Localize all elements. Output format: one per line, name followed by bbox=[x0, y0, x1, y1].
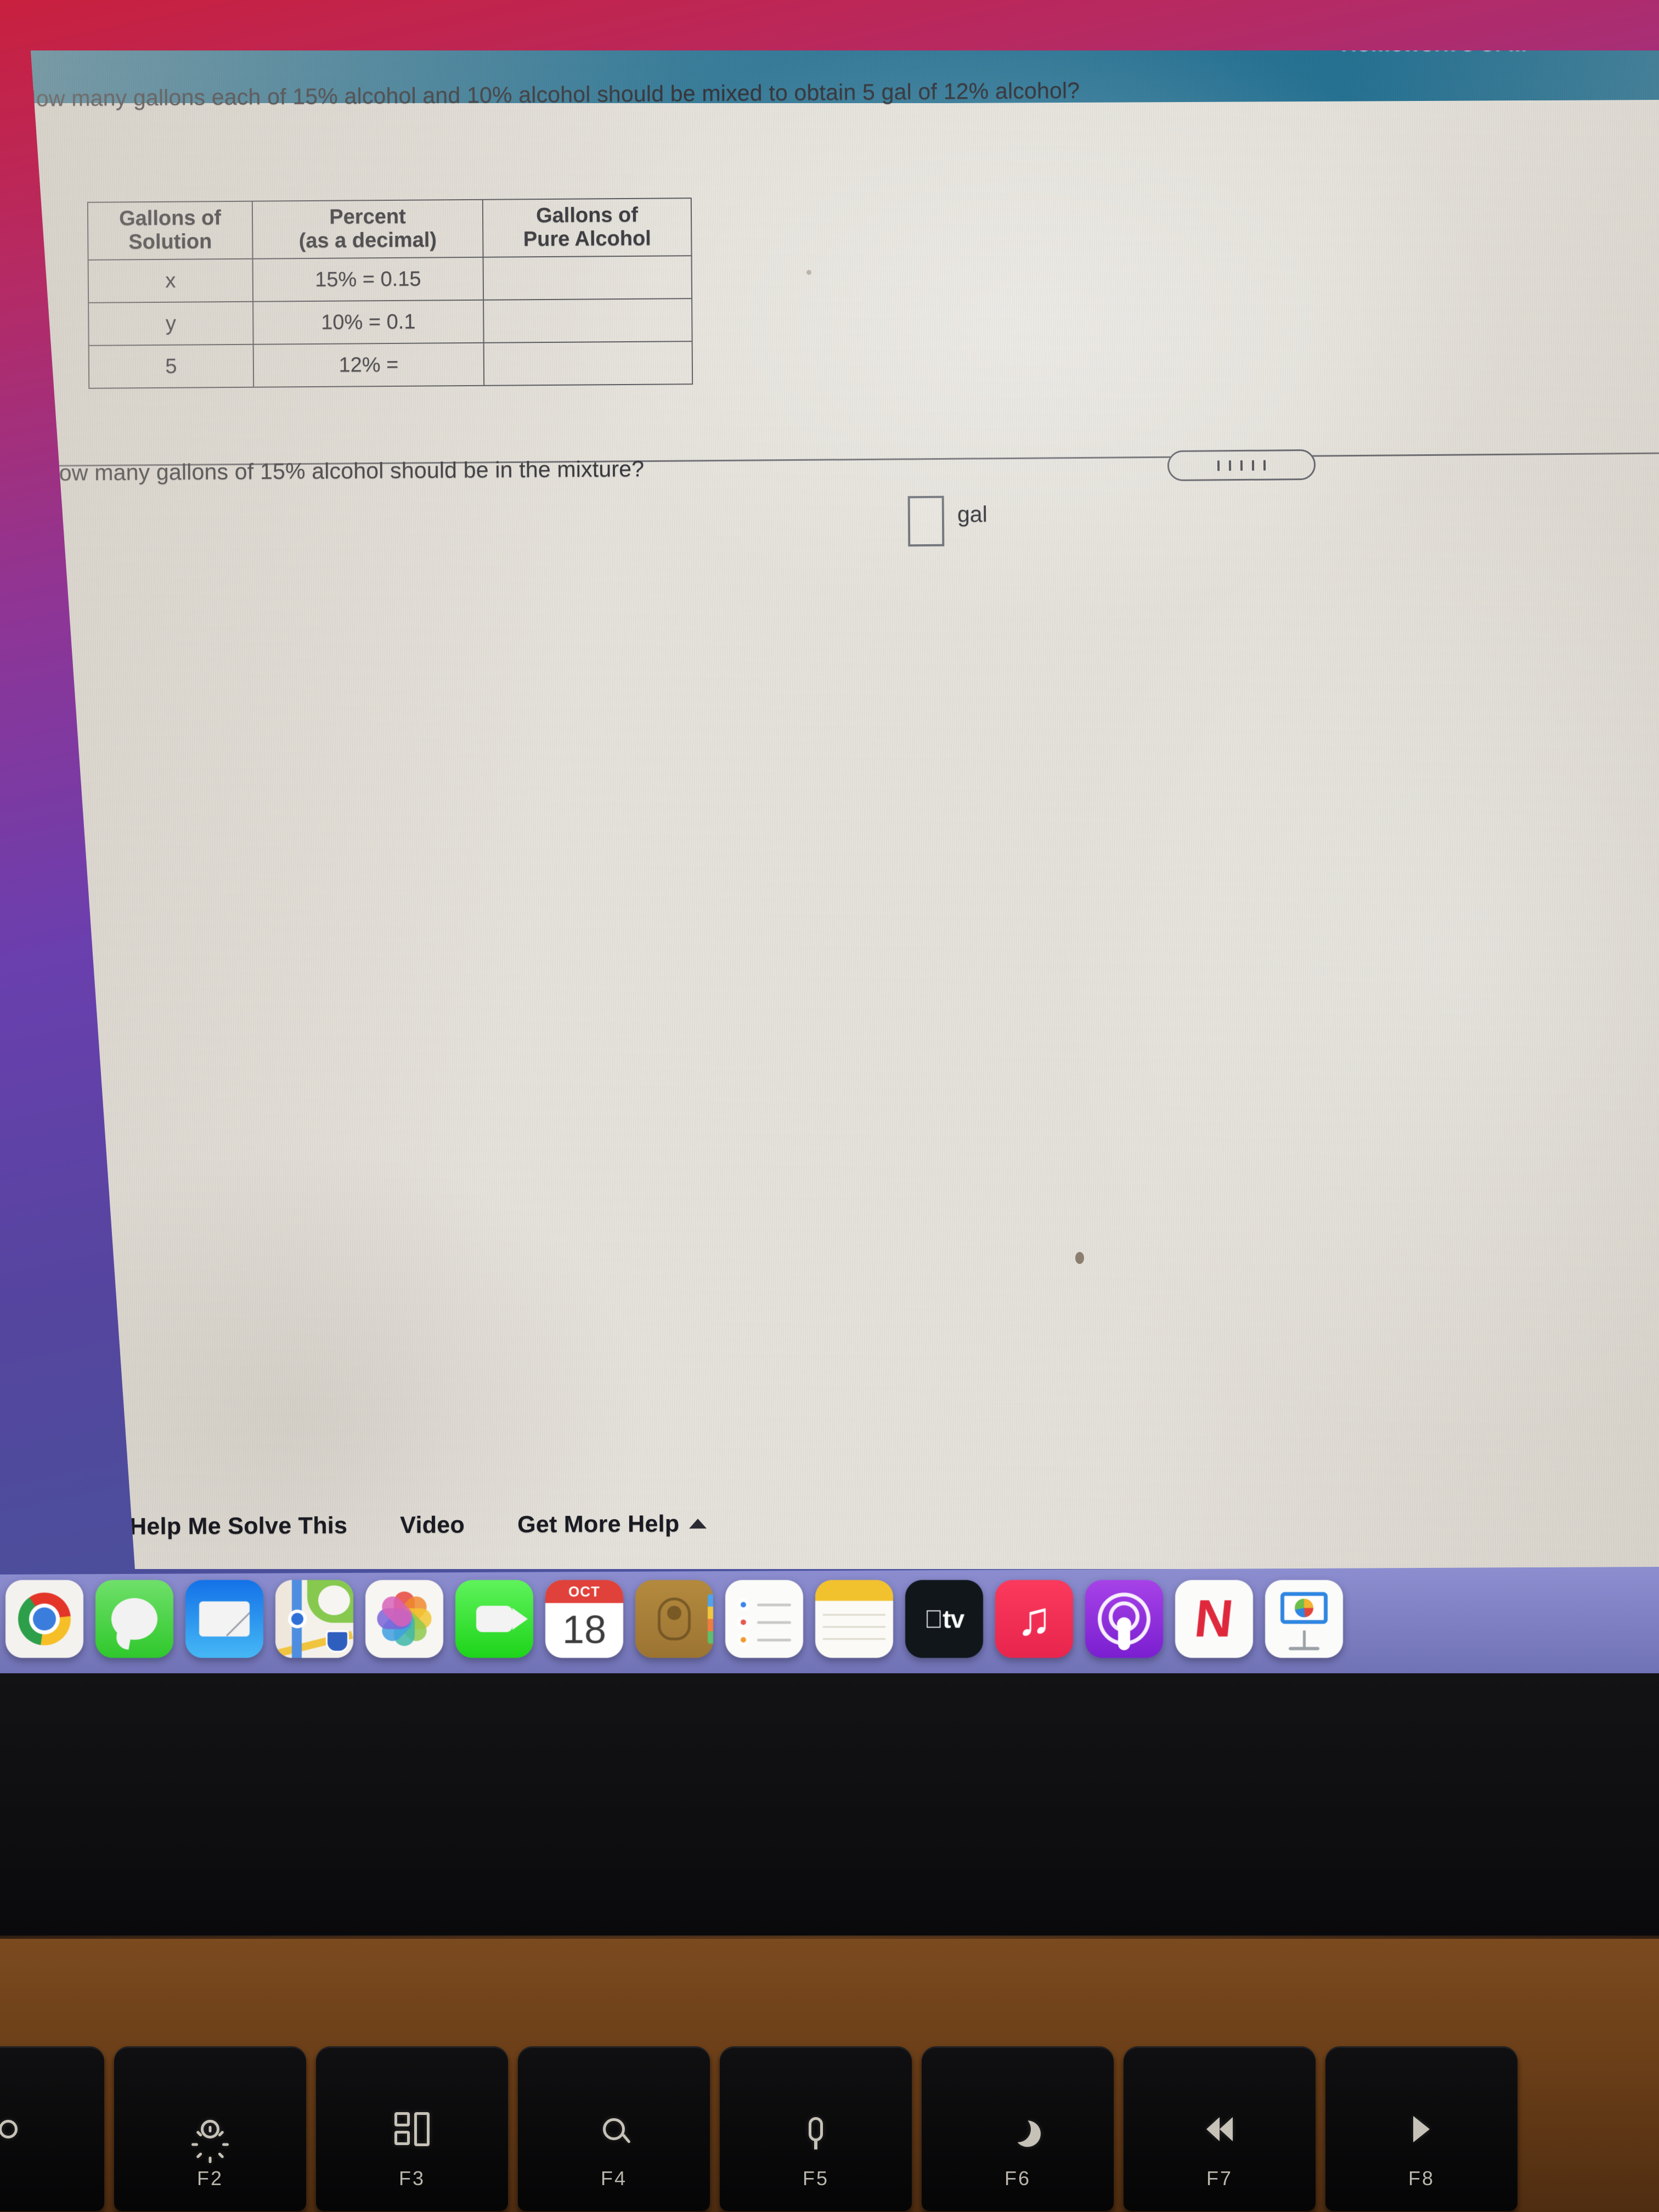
caret-up-icon bbox=[689, 1519, 707, 1529]
contacts-icon bbox=[658, 1598, 691, 1640]
appletv-icon: tv bbox=[924, 1605, 964, 1633]
key-f1[interactable] bbox=[0, 2046, 104, 2211]
cell-gallons: x bbox=[88, 258, 253, 303]
mixture-table: Gallons of Solution Percent (as a decima… bbox=[87, 198, 693, 389]
dust-speck bbox=[1075, 1252, 1084, 1264]
column-header-gallons-of-solution: Gallons of Solution bbox=[87, 201, 253, 260]
dock-item-chrome[interactable] bbox=[5, 1580, 83, 1658]
key-label: F8 bbox=[1408, 2167, 1435, 2190]
answer-input[interactable] bbox=[907, 495, 945, 547]
maps-icon bbox=[275, 1580, 353, 1658]
dock-item-photos[interactable] bbox=[365, 1580, 443, 1658]
do-not-disturb-moon-icon bbox=[1001, 2112, 1035, 2146]
cell-pure-alcohol[interactable] bbox=[483, 256, 692, 300]
action-toolbar: Help Me Solve This Video Get More Help bbox=[31, 1472, 1659, 1569]
music-icon: ♫ bbox=[1016, 1593, 1052, 1645]
spotlight-search-icon bbox=[603, 2118, 625, 2140]
key-f7[interactable]: F7 bbox=[1124, 2046, 1316, 2211]
cell-pure-alcohol[interactable] bbox=[483, 298, 692, 343]
macos-dock: OCT 18 tv bbox=[0, 1567, 1659, 1682]
cell-percent: 12% = bbox=[253, 342, 484, 387]
dock-item-calendar[interactable]: OCT 18 bbox=[545, 1580, 623, 1658]
photos-icon bbox=[365, 1580, 443, 1658]
calendar-month-label: OCT bbox=[545, 1580, 623, 1603]
reminders-icon bbox=[725, 1580, 803, 1658]
play-icon bbox=[1413, 2116, 1430, 2142]
podcasts-icon bbox=[1098, 1593, 1150, 1650]
sub-question-text: How many gallons of 15% alcohol should b… bbox=[42, 456, 645, 486]
screenshot-root: Homework 5 of ... How many gallons each … bbox=[0, 0, 1659, 2212]
dock-item-appletv[interactable]: tv bbox=[905, 1580, 983, 1658]
dictation-mic-icon bbox=[809, 2117, 823, 2149]
mail-icon bbox=[199, 1601, 250, 1637]
news-icon: N bbox=[1192, 1589, 1237, 1648]
key-label: F4 bbox=[600, 2167, 627, 2190]
column-header-percent-as-decimal: Percent (as a decimal) bbox=[252, 199, 483, 259]
key-f8[interactable]: F8 bbox=[1325, 2046, 1517, 2211]
messages-icon bbox=[111, 1598, 157, 1640]
key-label: F3 bbox=[398, 2167, 425, 2190]
key-f3[interactable]: F3 bbox=[316, 2046, 508, 2211]
key-f6[interactable]: F6 bbox=[922, 2046, 1114, 2211]
notes-icon bbox=[815, 1580, 893, 1601]
table-row: 5 12% = bbox=[88, 341, 693, 388]
brightness-down-icon bbox=[0, 2120, 18, 2138]
cell-gallons: 5 bbox=[88, 344, 254, 388]
cell-gallons: y bbox=[88, 301, 253, 346]
dock-item-list: OCT 18 tv bbox=[5, 1580, 1343, 1658]
column-header-gallons-of-pure-alcohol: Gallons of Pure Alcohol bbox=[482, 198, 692, 257]
app-content-card: Homework 5 of ... How many gallons each … bbox=[31, 50, 1659, 1569]
calendar-day-label: 18 bbox=[562, 1608, 607, 1652]
dock-item-mail[interactable] bbox=[185, 1580, 263, 1658]
action-label: Video bbox=[400, 1511, 465, 1538]
chrome-icon bbox=[18, 1593, 71, 1645]
help-me-solve-this-button[interactable]: Help Me Solve This bbox=[129, 1512, 348, 1540]
dock-item-keynote[interactable] bbox=[1265, 1580, 1343, 1658]
drag-handle-icon[interactable] bbox=[1167, 449, 1316, 482]
dock-item-messages[interactable] bbox=[95, 1580, 173, 1658]
video-button[interactable]: Video bbox=[400, 1511, 465, 1539]
cell-percent: 15% = 0.15 bbox=[252, 257, 484, 302]
key-f5[interactable]: F5 bbox=[720, 2046, 912, 2211]
cell-pure-alcohol[interactable] bbox=[483, 341, 693, 386]
key-label: F7 bbox=[1206, 2167, 1233, 2190]
dock-item-music[interactable]: ♫ bbox=[995, 1580, 1073, 1658]
action-label: Help Me Solve This bbox=[129, 1512, 348, 1540]
dock-item-maps[interactable] bbox=[275, 1580, 353, 1658]
answer-unit-label: gal bbox=[957, 501, 988, 527]
keyboard-function-row: F2 F3 F4 F5 F6 F7 F8 bbox=[0, 2046, 1659, 2212]
dock-item-podcasts[interactable] bbox=[1085, 1580, 1163, 1658]
keynote-icon bbox=[1265, 1580, 1343, 1658]
table-row: y 10% = 0.1 bbox=[88, 298, 692, 346]
key-f2[interactable]: F2 bbox=[114, 2046, 306, 2211]
dock-item-reminders[interactable] bbox=[725, 1580, 803, 1658]
dock-item-notes[interactable] bbox=[815, 1580, 893, 1658]
key-label: F6 bbox=[1004, 2167, 1031, 2190]
mission-control-icon bbox=[394, 2104, 430, 2154]
dust-speck bbox=[806, 270, 811, 275]
table-row: x 15% = 0.15 bbox=[88, 256, 692, 303]
get-more-help-button[interactable]: Get More Help bbox=[517, 1510, 707, 1538]
dock-item-contacts[interactable] bbox=[635, 1580, 713, 1658]
facetime-icon bbox=[476, 1606, 528, 1632]
action-label: Get More Help bbox=[517, 1510, 680, 1538]
laptop-bezel: MacBook Air bbox=[0, 1673, 1659, 1937]
rewind-icon bbox=[1206, 2117, 1233, 2141]
dock-item-news[interactable]: N bbox=[1175, 1580, 1253, 1658]
key-label: F5 bbox=[802, 2167, 829, 2190]
key-f4[interactable]: F4 bbox=[518, 2046, 710, 2211]
app-header-title: Homework 5 of ... bbox=[1341, 50, 1527, 57]
table-header-row: Gallons of Solution Percent (as a decima… bbox=[87, 198, 692, 260]
dock-item-facetime[interactable] bbox=[455, 1580, 533, 1658]
key-label: F2 bbox=[196, 2167, 223, 2190]
cell-percent: 10% = 0.1 bbox=[253, 300, 484, 345]
brightness-up-icon bbox=[191, 2104, 229, 2163]
contacts-tabs bbox=[708, 1594, 713, 1644]
